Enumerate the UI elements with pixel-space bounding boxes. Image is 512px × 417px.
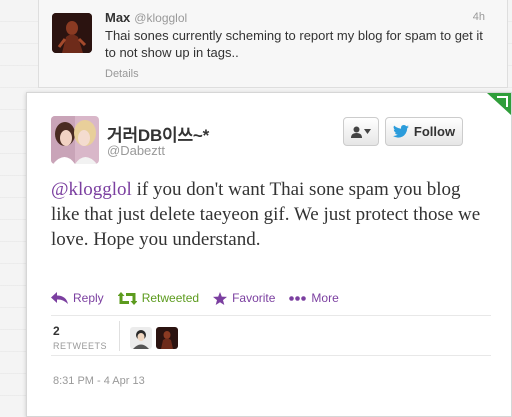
avatar-image (156, 327, 178, 349)
dots-icon (289, 295, 307, 301)
retweeter-avatar[interactable] (130, 327, 152, 349)
retweet-icon (117, 291, 137, 305)
tweet-text: @klogglol if you don't want Thai sone sp… (51, 177, 491, 252)
follow-button[interactable]: Follow (385, 117, 463, 146)
reply-button[interactable]: Reply (51, 291, 104, 305)
divider (51, 355, 491, 356)
avatar-image (130, 327, 152, 349)
avatar[interactable] (51, 116, 99, 164)
author-handle[interactable]: @klogglol (134, 11, 187, 25)
tweet-text: Thai sones currently scheming to report … (105, 28, 483, 60)
author-name[interactable]: Max @klogglol (105, 10, 187, 25)
tweet-time[interactable]: 4h (473, 11, 485, 23)
favorite-label: Favorite (232, 291, 276, 305)
user-actions-button[interactable] (343, 117, 379, 146)
favorite-button[interactable]: Favorite (213, 291, 275, 305)
avatar[interactable] (52, 13, 92, 53)
author-handle[interactable]: @Dabeztt (107, 143, 165, 158)
parent-tweet[interactable]: Max @klogglol 4h Thai sones currently sch… (38, 0, 508, 88)
details-link[interactable]: Details (105, 68, 139, 80)
divider (119, 321, 120, 351)
retweeted-label: Retweeted (141, 291, 200, 305)
person-icon (351, 126, 362, 138)
corner-fold-icon (487, 93, 511, 115)
retweeter-avatar[interactable] (156, 327, 178, 349)
retweets-count[interactable]: 2 (53, 324, 60, 338)
twitter-bird-icon (392, 125, 409, 138)
divider (51, 315, 491, 316)
author-display-name[interactable]: Max (105, 10, 130, 25)
expanded-tweet: 거러DB이쓰~* @Dabeztt Follow @klogglol if yo… (26, 92, 512, 417)
caret-down-icon (364, 129, 371, 134)
tweet-timestamp[interactable]: 8:31 PM - 4 Apr 13 (53, 375, 145, 387)
mention-link[interactable]: @klogglol (51, 179, 132, 200)
avatar-image (52, 13, 92, 53)
retweet-button[interactable]: Retweeted (117, 291, 200, 305)
star-icon (213, 291, 228, 305)
avatar-image (51, 116, 99, 164)
reply-label: Reply (73, 291, 104, 305)
follow-label: Follow (413, 124, 456, 139)
more-label: More (311, 291, 339, 305)
retweets-label[interactable]: RETWEETS (53, 341, 107, 351)
tweet-actions: Reply Retweeted Favorite More (51, 289, 339, 307)
more-button[interactable]: More (289, 291, 339, 305)
reply-arrow-icon (51, 292, 68, 304)
